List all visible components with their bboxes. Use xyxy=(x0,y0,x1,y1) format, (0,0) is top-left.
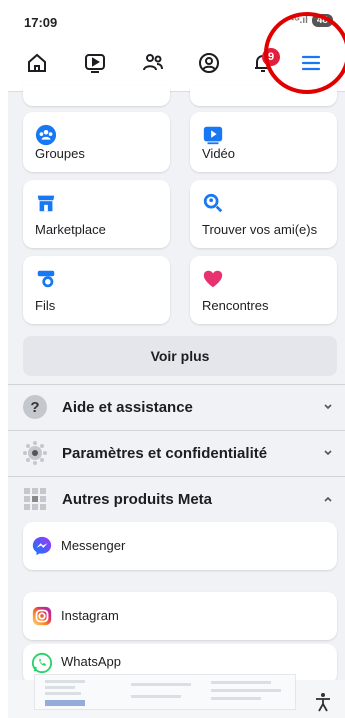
shortcut-marketplace[interactable]: Marketplace xyxy=(23,180,170,248)
help-icon: ? xyxy=(22,394,48,420)
profile-icon[interactable] xyxy=(194,48,224,78)
shortcut-card-partial[interactable] xyxy=(23,86,170,106)
status-time: 17:09 xyxy=(24,14,58,30)
dating-icon xyxy=(203,270,223,288)
messenger-icon xyxy=(32,536,52,556)
screenshot-left-border xyxy=(0,0,8,718)
app-label: WhatsApp xyxy=(61,654,121,669)
notification-badge: 9 xyxy=(262,48,280,66)
marketplace-icon xyxy=(37,195,55,212)
settings-icon xyxy=(22,440,48,466)
shortcut-label: Rencontres xyxy=(202,298,269,313)
shortcut-find-friends[interactable]: Trouver vos ami(e)s xyxy=(190,180,337,248)
section-help[interactable]: ? Aide et assistance xyxy=(8,385,345,429)
shortcut-label: Marketplace xyxy=(35,222,106,237)
shortcut-label: Vidéo xyxy=(202,146,236,161)
friends-icon[interactable] xyxy=(138,48,168,78)
app-preview-thumbnail[interactable] xyxy=(34,674,296,710)
phone-screen: 17:09 ⁴ᴳ.ıl 48 9 Groupes Vidéo Marketpla… xyxy=(8,8,345,718)
groups-icon xyxy=(35,124,57,146)
signal-icon: ⁴ᴳ.ıl xyxy=(289,15,308,26)
meta-products-icon xyxy=(22,486,48,512)
shortcut-groups[interactable]: Groupes xyxy=(23,112,170,172)
chevron-down-icon xyxy=(324,404,332,410)
screenshot-top-border xyxy=(0,0,345,8)
instagram-icon xyxy=(32,606,52,626)
video-icon xyxy=(203,126,223,145)
shortcut-label: Groupes xyxy=(35,146,85,161)
status-bar: 17:09 ⁴ᴳ.ıl 48 xyxy=(8,8,345,36)
chevron-up-icon xyxy=(324,496,332,502)
chevron-down-icon xyxy=(324,450,332,456)
section-label: Autres produits Meta xyxy=(62,490,213,508)
app-messenger[interactable]: Messenger xyxy=(23,522,337,570)
video-icon[interactable] xyxy=(80,48,110,78)
home-icon[interactable] xyxy=(22,48,52,78)
svg-text:?: ? xyxy=(30,399,39,416)
section-meta-products[interactable]: Autres produits Meta xyxy=(8,477,345,521)
section-label: Paramètres et confidentialité xyxy=(62,444,268,462)
find-friends-icon xyxy=(203,193,223,213)
shortcut-dating[interactable]: Rencontres xyxy=(190,256,337,324)
app-instagram[interactable]: Instagram xyxy=(23,592,337,640)
app-label: Instagram xyxy=(61,608,119,623)
section-settings[interactable]: Paramètres et confidentialité xyxy=(8,431,345,475)
shortcut-video[interactable]: Vidéo xyxy=(190,112,337,172)
shortcut-feeds[interactable]: Fils xyxy=(23,256,170,324)
shortcut-label: Fils xyxy=(35,298,56,313)
status-icons: ⁴ᴳ.ıl 48 xyxy=(290,14,333,27)
feeds-icon xyxy=(37,270,55,288)
app-label: Messenger xyxy=(61,538,126,553)
shortcut-card-partial[interactable] xyxy=(190,86,337,106)
accessibility-icon[interactable] xyxy=(314,692,332,712)
top-nav-bar: 9 xyxy=(8,36,345,92)
see-more-button[interactable]: Voir plus xyxy=(23,336,337,376)
battery-icon: 48 xyxy=(311,14,333,27)
whatsapp-icon xyxy=(31,652,53,674)
shortcut-label: Trouver vos ami(e)s xyxy=(202,222,318,237)
section-label: Aide et assistance xyxy=(62,398,193,416)
menu-icon[interactable] xyxy=(296,48,326,78)
